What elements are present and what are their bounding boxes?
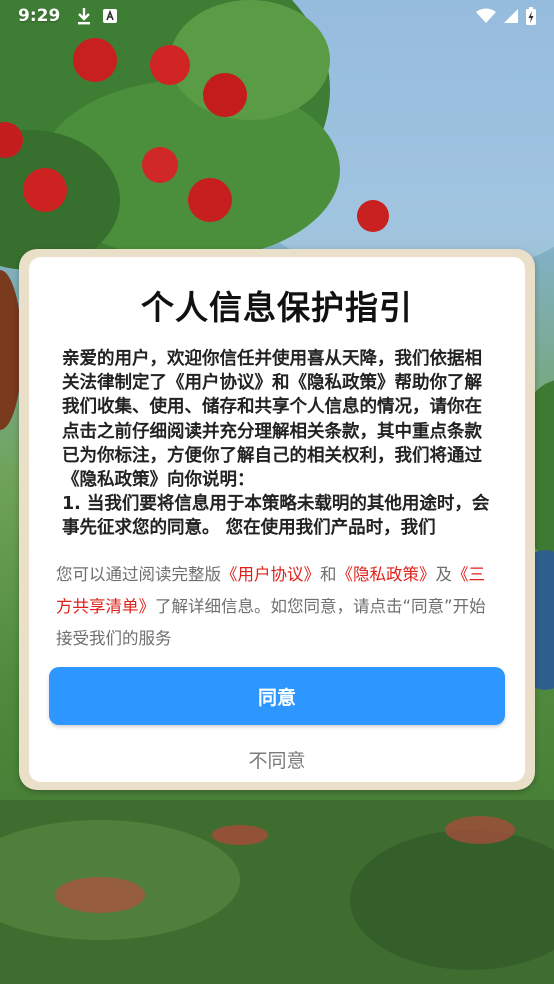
privacy-dialog-frame: 个人信息保护指引 亲爱的用户，欢迎你信任并使用喜从天降，我们依据相关法律制定了《…	[19, 249, 535, 790]
footer-prefix: 您可以通过阅读完整版	[56, 565, 221, 584]
apple	[73, 38, 117, 82]
apple	[357, 200, 389, 232]
leaf	[55, 877, 145, 913]
apple	[188, 178, 232, 222]
apple	[150, 45, 190, 85]
dialog-title: 个人信息保护指引	[141, 288, 413, 327]
disagree-button[interactable]: 不同意	[177, 741, 377, 777]
apple	[142, 147, 178, 183]
dialog-body-scroll[interactable]: 亲爱的用户，欢迎你信任并使用喜从天降，我们依据相关法律制定了《用户协议》和《隐私…	[62, 347, 498, 543]
battery-charging-icon	[526, 7, 536, 25]
footer-text: 您可以通过阅读完整版《用户协议》和《隐私政策》及《三方共享清单》了解详细信息。如…	[56, 559, 501, 655]
apple	[203, 73, 247, 117]
footer-and-2: 及	[435, 565, 453, 584]
status-bar: 9:29	[0, 0, 554, 32]
privacy-policy-link[interactable]: 《隐私政策》	[337, 565, 436, 584]
privacy-dialog: 个人信息保护指引 亲爱的用户，欢迎你信任并使用喜从天降，我们依据相关法律制定了《…	[29, 257, 525, 782]
wifi-icon	[476, 8, 496, 23]
apple	[23, 168, 67, 212]
leaf	[445, 816, 515, 844]
footer-and: 和	[320, 565, 337, 584]
leaf	[212, 825, 268, 845]
cellular-signal-icon	[504, 9, 518, 23]
status-time: 9:29	[18, 6, 61, 26]
body-paragraph: 亲爱的用户，欢迎你信任并使用喜从天降，我们依据相关法律制定了《用户协议》和《隐私…	[62, 349, 482, 491]
agree-button[interactable]: 同意	[49, 667, 505, 725]
app-screen: 9:29 个人信息保护指引 亲爱的用户，欢迎你信任并使用喜从天降，我们依据相关法…	[0, 0, 554, 984]
user-agreement-link[interactable]: 《用户协议》	[221, 565, 320, 584]
body-paragraph: 1. 当我们要将信息用于本策略未载明的其他用途时，会事先征求您的同意。 您在使用…	[62, 494, 490, 539]
a-badge-icon	[103, 9, 118, 23]
download-icon	[78, 8, 91, 25]
